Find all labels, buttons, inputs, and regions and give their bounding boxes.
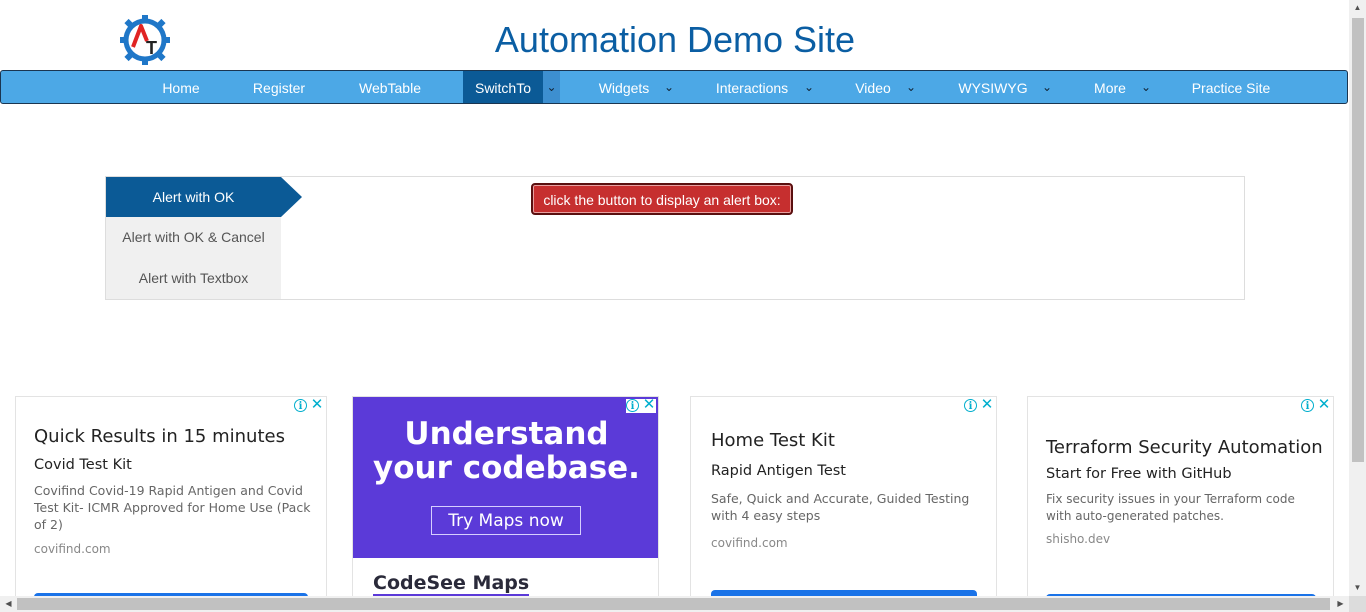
info-icon[interactable]: i (964, 399, 977, 412)
vertical-scroll-thumb[interactable] (1352, 18, 1364, 462)
ad-controls: i ✕ (964, 397, 994, 413)
ad-controls: i ✕ (626, 397, 656, 413)
chevron-down-icon[interactable]: ⌄ (1138, 71, 1154, 103)
alert-tabs: Alert with OK Alert with OK & Cancel Ale… (106, 177, 302, 299)
ad-controls: i ✕ (294, 397, 324, 413)
nav-more[interactable]: More (1084, 71, 1136, 103)
nav-register[interactable]: Register (241, 71, 317, 103)
page-title: Automation Demo Site (494, 19, 856, 60)
ad-subhead: Rapid Antigen Test (711, 463, 846, 479)
ad-body: Covifind Covid-19 Rapid Antigen and Covi… (34, 483, 311, 532)
chevron-down-icon[interactable]: ⌄ (1039, 71, 1055, 103)
scrollbar-corner (1349, 596, 1366, 612)
tab-alert-with-textbox[interactable]: Alert with Textbox (106, 258, 281, 298)
ad-domain[interactable]: shisho.dev (1046, 532, 1110, 546)
nav-video[interactable]: Video (844, 71, 902, 103)
nav-widgets[interactable]: Widgets (587, 71, 661, 103)
info-icon[interactable]: i (294, 399, 307, 412)
close-icon[interactable]: ✕ (310, 397, 324, 412)
ad-domain[interactable]: covifind.com (711, 536, 788, 550)
display-alert-button[interactable]: click the button to display an alert box… (531, 183, 793, 215)
scroll-down-arrow-icon[interactable]: ▼ (1349, 580, 1366, 596)
main-navbar: Home Register WebTable SwitchTo ⌄ Widget… (0, 70, 1348, 104)
ad-headline[interactable]: Home Test Kit (711, 430, 835, 451)
ad-card[interactable]: i ✕ Home Test Kit Rapid Antigen Test Saf… (690, 396, 997, 612)
nav-switchto[interactable]: SwitchTo (463, 71, 543, 103)
info-icon[interactable]: i (1301, 399, 1314, 412)
ad-subhead: Start for Free with GitHub (1046, 466, 1232, 482)
scroll-right-arrow-icon[interactable]: ▶ (1332, 596, 1349, 612)
close-icon[interactable]: ✕ (1317, 397, 1331, 412)
scroll-left-arrow-icon[interactable]: ◀ (0, 596, 17, 612)
promo-banner[interactable]: Understand your codebase. Try Maps now (353, 397, 658, 558)
nav-webtable[interactable]: WebTable (346, 71, 434, 103)
nav-interactions[interactable]: Interactions (701, 71, 803, 103)
active-tab-arrow (281, 177, 302, 217)
horizontal-scroll-thumb[interactable] (17, 598, 1330, 610)
promo-line-2: your codebase. (373, 450, 640, 486)
promo-line-1: Understand (404, 416, 609, 452)
chevron-down-icon[interactable]: ⌄ (543, 71, 560, 103)
promo-headline: Understand your codebase. (353, 416, 658, 486)
close-icon[interactable]: ✕ (980, 397, 994, 412)
ad-body: Safe, Quick and Accurate, Guided Testing… (711, 491, 970, 523)
tab-alert-with-ok-cancel[interactable]: Alert with OK & Cancel (106, 217, 281, 257)
ad-headline[interactable]: Quick Results in 15 minutes (34, 426, 285, 447)
ad-card[interactable]: i ✕ Terraform Security Automation Start … (1027, 396, 1334, 612)
nav-home[interactable]: Home (146, 71, 216, 103)
ad-card-promo[interactable]: Understand your codebase. Try Maps now i… (352, 396, 659, 612)
ad-controls: i ✕ (1301, 397, 1331, 413)
nav-wysiwyg[interactable]: WYSIWYG (946, 71, 1040, 103)
try-maps-button[interactable]: Try Maps now (431, 506, 581, 535)
nav-practice-site[interactable]: Practice Site (1181, 71, 1281, 103)
info-icon[interactable]: i (626, 399, 639, 412)
alerts-panel: Alert with OK Alert with OK & Cancel Ale… (105, 176, 1245, 300)
chevron-down-icon[interactable]: ⌄ (661, 71, 677, 103)
tab-alert-with-ok[interactable]: Alert with OK (106, 177, 281, 217)
close-icon[interactable]: ✕ (642, 397, 656, 412)
ad-subhead: Covid Test Kit (34, 457, 132, 473)
ad-body: Fix security issues in your Terraform co… (1046, 492, 1295, 523)
ad-headline[interactable]: Terraform Security Automation (1046, 437, 1323, 458)
ad-card[interactable]: i ✕ Quick Results in 15 minutes Covid Te… (15, 396, 327, 612)
ad-domain[interactable]: covifind.com (34, 542, 111, 556)
chevron-down-icon[interactable]: ⌄ (903, 71, 919, 103)
promo-brand[interactable]: CodeSee Maps (373, 572, 530, 596)
scroll-up-arrow-icon[interactable]: ▲ (1349, 0, 1366, 16)
chevron-down-icon[interactable]: ⌄ (801, 71, 817, 103)
